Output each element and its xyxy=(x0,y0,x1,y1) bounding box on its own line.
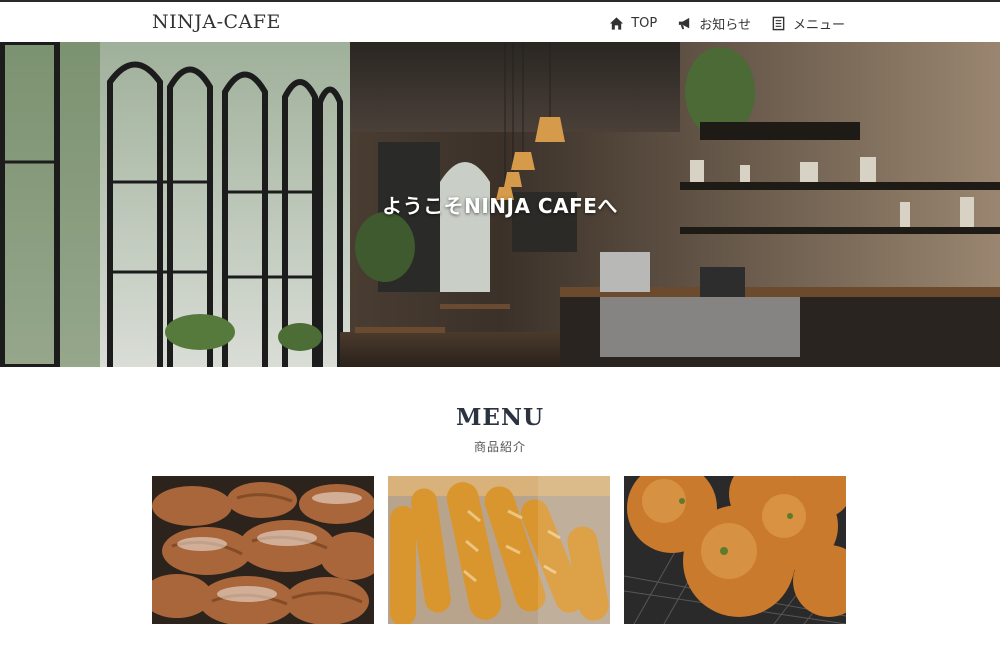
menu-item-baguette[interactable] xyxy=(388,476,610,624)
baguette-image xyxy=(388,476,610,624)
menu-book-icon xyxy=(772,16,785,31)
menu-item-curry-bread[interactable] xyxy=(624,476,846,624)
hero-section: ようこそNINJA CAFEへ xyxy=(0,42,1000,367)
nav-item-label: メニュー xyxy=(792,18,845,33)
menu-heading: MENU xyxy=(455,404,545,431)
nav-item-menu[interactable]: メニュー xyxy=(771,14,845,33)
menu-subheading: 商品紹介 xyxy=(473,440,526,454)
croissant-image xyxy=(152,476,374,624)
hero-title: ようこそNINJA CAFEへ xyxy=(382,194,618,218)
site-header: NINJA-CAFE TOP お知らせ メニュー xyxy=(0,0,1000,42)
megaphone-icon xyxy=(679,17,690,30)
curry-bread-image xyxy=(624,476,846,624)
home-icon xyxy=(610,17,624,30)
menu-item-croissant[interactable] xyxy=(152,476,374,624)
site-logo[interactable]: NINJA-CAFE xyxy=(152,11,281,33)
nav-item-label: TOP xyxy=(631,16,658,31)
nav-item-news[interactable]: お知らせ xyxy=(677,14,751,33)
nav-item-top[interactable]: TOP xyxy=(609,16,657,31)
main-nav: TOP お知らせ メニュー xyxy=(609,14,845,33)
nav-item-label: お知らせ xyxy=(699,18,751,33)
